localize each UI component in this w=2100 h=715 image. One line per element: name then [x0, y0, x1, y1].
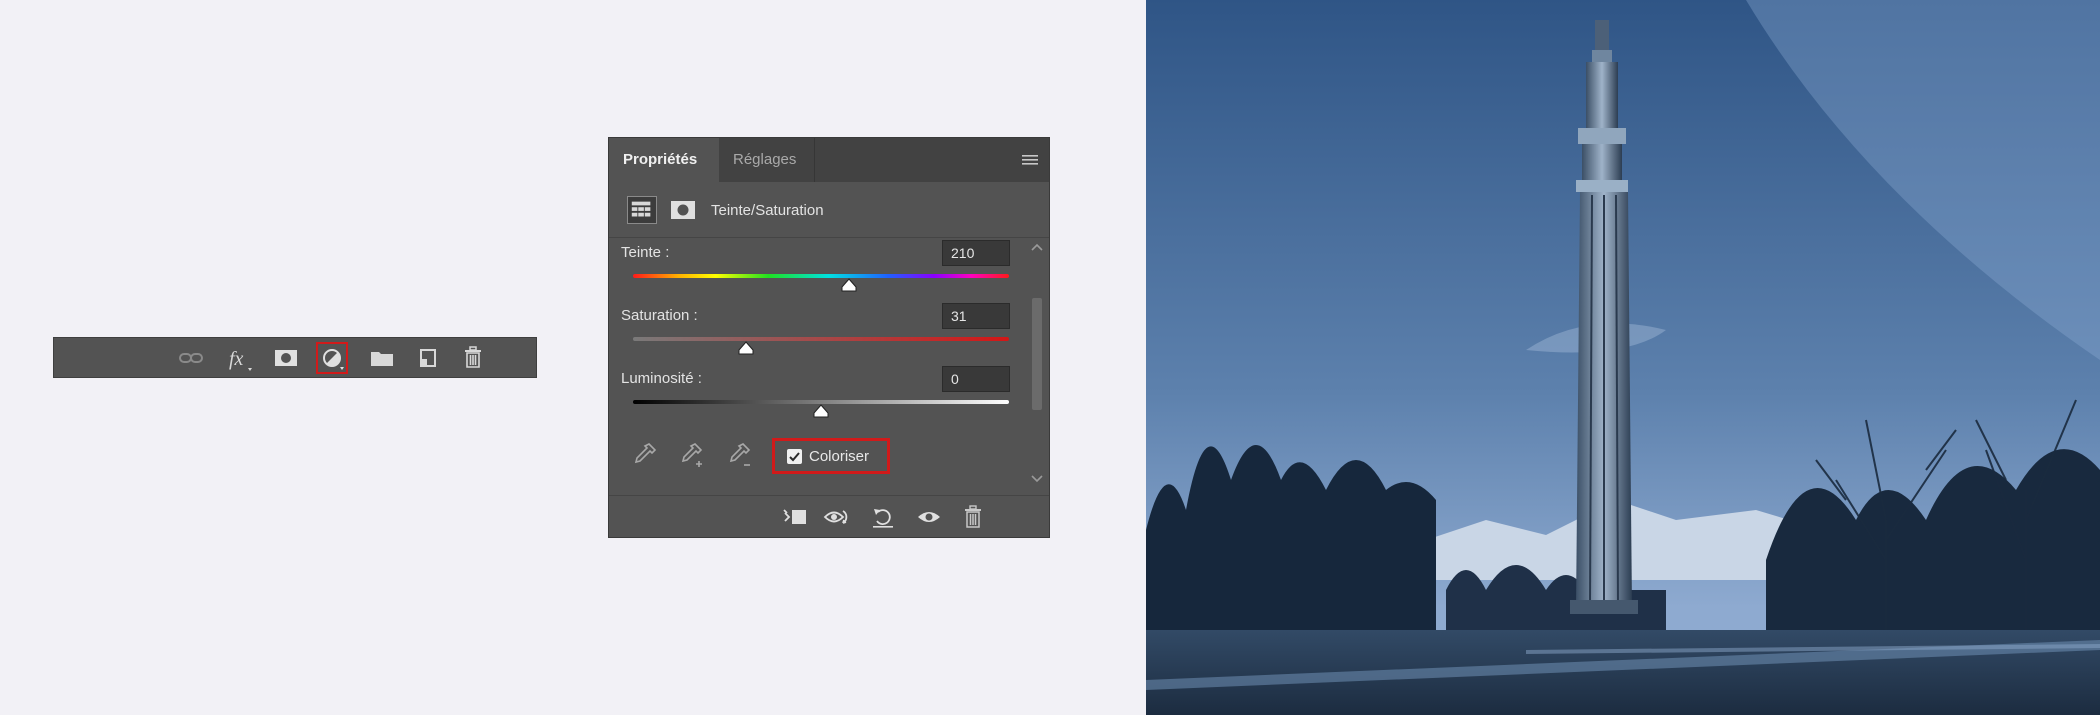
- checkmark-icon: [789, 452, 800, 462]
- colorize-label: Coloriser: [809, 448, 870, 465]
- tab-proprietes[interactable]: Propriétés: [609, 138, 719, 182]
- chevron-down-icon[interactable]: [1030, 474, 1044, 484]
- teinte-input[interactable]: [942, 240, 1010, 266]
- teinte-label: Teinte :: [621, 244, 670, 261]
- colorize-highlight[interactable]: Coloriser: [772, 438, 890, 474]
- saturation-label: Saturation :: [621, 307, 698, 324]
- delete-adjustment-button[interactable]: [959, 504, 987, 530]
- svg-text:fx: fx: [229, 348, 244, 370]
- saturation-input[interactable]: [942, 303, 1010, 329]
- visibility-button[interactable]: [915, 504, 943, 530]
- layer-style-button[interactable]: fx: [226, 344, 254, 372]
- teinte-slider-thumb[interactable]: [840, 278, 858, 292]
- mask-icon: [275, 350, 297, 366]
- colorized-photo: [1146, 0, 2100, 715]
- clip-to-layer-icon: [783, 509, 806, 524]
- saturation-slider-track[interactable]: [633, 337, 1009, 341]
- adjustment-type-icon[interactable]: [627, 196, 657, 224]
- folder-icon: [371, 352, 393, 366]
- clip-to-layer-button[interactable]: [781, 504, 809, 530]
- adjustment-title: Teinte/Saturation: [711, 202, 824, 219]
- grid-icon: [631, 201, 651, 217]
- tower-landscape-image: [1146, 0, 2100, 715]
- layers-panel-toolbar: fx: [53, 337, 537, 378]
- luminosite-slider-thumb[interactable]: [812, 404, 830, 418]
- eyedropper-subtract-icon[interactable]: [725, 440, 755, 470]
- trash-icon: [465, 346, 481, 368]
- view-previous-button[interactable]: [823, 504, 851, 530]
- trash-icon: [965, 505, 981, 528]
- reset-button[interactable]: [869, 504, 897, 530]
- reset-icon: [873, 509, 893, 528]
- panel-tab-bar: Propriétés Réglages: [609, 138, 1049, 182]
- properties-panel: Propriétés Réglages Teinte/Saturation Te…: [608, 137, 1050, 538]
- colorize-checkbox[interactable]: [787, 449, 802, 464]
- view-previous-icon: [823, 510, 848, 524]
- new-layer-button[interactable]: [415, 344, 443, 372]
- new-adjustment-layer-button[interactable]: [316, 342, 348, 374]
- new-page-icon: [420, 349, 436, 367]
- new-group-button[interactable]: [368, 344, 396, 372]
- panel-scrollbar[interactable]: [1028, 242, 1046, 494]
- mask-icon[interactable]: [669, 196, 697, 224]
- luminosite-label: Luminosité :: [621, 370, 702, 387]
- luminosite-input[interactable]: [942, 366, 1010, 392]
- chevron-up-icon[interactable]: [1030, 242, 1044, 252]
- teinte-slider-track[interactable]: [633, 274, 1009, 278]
- link-layers-button[interactable]: [177, 344, 205, 372]
- adjustment-header: Teinte/Saturation: [609, 182, 1049, 238]
- tab-reglages[interactable]: Réglages: [719, 138, 815, 182]
- eyedropper-add-icon[interactable]: [677, 440, 707, 470]
- panel-menu-icon[interactable]: [1021, 152, 1039, 168]
- fx-icon: fx: [229, 348, 252, 371]
- scrollbar-thumb[interactable]: [1032, 298, 1042, 410]
- link-icon: [179, 353, 203, 363]
- half-circle-icon: [323, 349, 344, 370]
- add-mask-button[interactable]: [272, 344, 300, 372]
- visibility-icon: [918, 512, 940, 522]
- delete-layer-button[interactable]: [459, 344, 487, 372]
- eyedropper-icon[interactable]: [629, 440, 659, 470]
- panel-footer: [609, 495, 1049, 537]
- saturation-slider-thumb[interactable]: [737, 341, 755, 355]
